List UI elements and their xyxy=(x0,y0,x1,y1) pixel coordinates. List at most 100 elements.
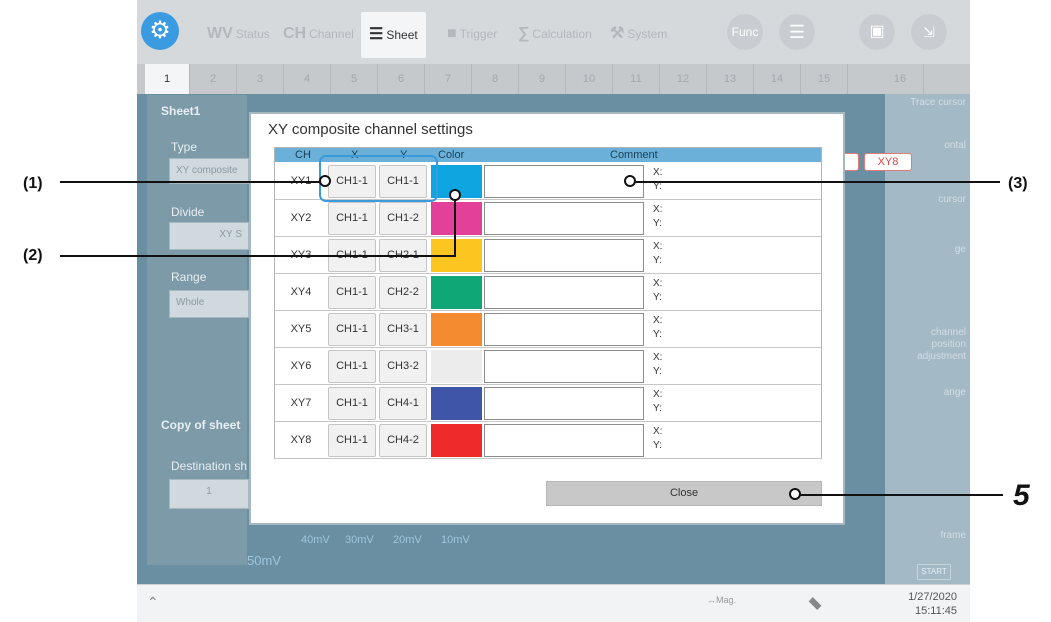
xy-channel-label: XY8 xyxy=(290,434,312,446)
close-button[interactable]: Close xyxy=(546,481,822,506)
time-text: 15:11:45 xyxy=(914,605,957,617)
sheet-tab-2[interactable]: 2 xyxy=(190,64,237,94)
sheet-tab-4[interactable]: 4 xyxy=(284,64,331,94)
header-comment: Comment xyxy=(610,149,658,161)
horizontal-cursor-item[interactable]: ontal xyxy=(886,140,966,151)
y-channel-button[interactable]: CH1-2 xyxy=(379,202,427,235)
sheet-tab-11[interactable]: 11 xyxy=(613,64,660,94)
channel-icon: CH xyxy=(283,25,307,42)
tab-sheet[interactable]: ☰ Sheet xyxy=(361,12,426,58)
y-axis-label: Y: xyxy=(653,403,662,414)
comment-input[interactable] xyxy=(484,239,644,272)
sheet-tab-13[interactable]: 13 xyxy=(707,64,754,94)
x-channel-button[interactable]: CH1-1 xyxy=(328,202,376,235)
trace-cursor-item[interactable]: Trace cursor xyxy=(886,97,966,108)
sheet-tab-6[interactable]: 6 xyxy=(378,64,425,94)
sheet-icon: ☰ xyxy=(369,26,384,43)
sheet-tab-9[interactable]: 9 xyxy=(519,64,566,94)
x-channel-button[interactable]: CH1-1 xyxy=(328,424,376,457)
list-icon[interactable]: ☰ xyxy=(779,14,815,50)
sheet-tab-8[interactable]: 8 xyxy=(472,64,519,94)
xy8-badge[interactable]: XY8 xyxy=(864,153,912,171)
y-channel-button[interactable]: CH3-2 xyxy=(379,350,427,383)
y-channel-button[interactable]: CH3-1 xyxy=(379,313,427,346)
y-channel-button[interactable]: CH2-2 xyxy=(379,276,427,309)
color-swatch[interactable] xyxy=(431,424,482,457)
x-channel-button[interactable]: CH1-1 xyxy=(328,387,376,420)
comment-input[interactable] xyxy=(484,165,644,198)
tab-trigger[interactable]: ■ Trigger xyxy=(447,14,497,54)
color-swatch[interactable] xyxy=(431,350,482,383)
xy-channel-label: XY7 xyxy=(290,397,312,409)
x-channel-button[interactable]: CH1-1 xyxy=(328,276,376,309)
date-text: 1/27/2020 xyxy=(908,591,957,603)
xy-axis-labels: X: Y: xyxy=(653,203,662,231)
mag-label: Mag. xyxy=(716,595,737,605)
comment-input[interactable] xyxy=(484,313,644,346)
range-item-2[interactable]: ange xyxy=(886,387,966,398)
x-axis-label: X: xyxy=(653,241,663,252)
sheet-tab-14[interactable]: 14 xyxy=(754,64,801,94)
vertical-cursor-item[interactable]: cursor xyxy=(886,194,966,205)
func-button[interactable]: Func xyxy=(727,14,763,50)
waveform-scale-label: 30mV xyxy=(345,534,374,546)
xy-channel-label: XY6 xyxy=(290,360,312,372)
y-axis-label: Y: xyxy=(653,329,662,340)
sheet-tab-15[interactable]: 15 xyxy=(801,64,848,94)
sheet-tab-16[interactable]: 16 xyxy=(877,64,924,94)
tab-channel[interactable]: CH Channel xyxy=(283,14,354,54)
xy-axis-labels: X: Y: xyxy=(653,166,662,194)
color-swatch[interactable] xyxy=(431,202,482,235)
callout-3: (3) xyxy=(1008,175,1028,192)
comment-input[interactable] xyxy=(484,202,644,235)
sheet-tab-12[interactable]: 12 xyxy=(660,64,707,94)
destination-sheet-select[interactable]: 1 xyxy=(169,479,249,509)
range-select[interactable]: Whole xyxy=(169,290,249,318)
sheet-tab-1[interactable]: 1 xyxy=(145,64,190,94)
comment-input[interactable] xyxy=(484,276,644,309)
folder-icon[interactable]: ▣ xyxy=(859,14,895,50)
tab-calculation[interactable]: ∑ Calculation xyxy=(518,14,592,54)
expand-icon[interactable]: ⇲ xyxy=(911,14,947,50)
comment-input[interactable] xyxy=(484,387,644,420)
callout-dot-2 xyxy=(449,189,461,201)
tab-system[interactable]: ⚒ System xyxy=(610,14,667,54)
xy1-channel-highlight xyxy=(319,155,438,202)
y-channel-button[interactable]: CH4-2 xyxy=(379,424,427,457)
calculation-icon: ∑ xyxy=(518,25,530,42)
xy-channel-label: XY5 xyxy=(290,323,312,335)
xy-mag-icon[interactable]: ↔Mag. xyxy=(707,595,736,605)
top-menu-bar: ⚙ WV Status CH Channel ☰ Sheet ■ Trigger ∑ Ca… xyxy=(137,0,970,64)
sheet-tab-7[interactable]: 7 xyxy=(425,64,472,94)
trigger-icon: ■ xyxy=(447,25,457,42)
color-swatch[interactable] xyxy=(431,387,482,420)
y-axis-label: Y: xyxy=(653,218,662,229)
sheet-tab-3[interactable]: 3 xyxy=(237,64,284,94)
tab-status[interactable]: WV Status xyxy=(207,14,270,54)
wrench-icon: ⚒ xyxy=(610,25,625,42)
comment-input[interactable] xyxy=(484,424,644,457)
x-channel-button[interactable]: CH1-1 xyxy=(328,313,376,346)
gear-icon[interactable]: ⚙ xyxy=(141,12,179,50)
table-row: XY4 CH1-1 CH2-2 X: Y: xyxy=(275,274,821,311)
chevron-up-icon[interactable]: ⌃ xyxy=(147,594,159,611)
y-channel-button[interactable]: CH4-1 xyxy=(379,387,427,420)
color-swatch[interactable] xyxy=(431,276,482,309)
waveform-scale-label: 50mV xyxy=(247,553,281,568)
divide-select[interactable]: XY S xyxy=(169,222,249,250)
frame-item[interactable]: frame xyxy=(886,530,966,541)
sheet-tab-10[interactable]: 10 xyxy=(566,64,613,94)
x-channel-button[interactable]: CH1-1 xyxy=(328,350,376,383)
comment-input[interactable] xyxy=(484,350,644,383)
callout-2: (2) xyxy=(23,247,43,264)
color-swatch[interactable] xyxy=(431,313,482,346)
dialog-title: XY composite channel settings xyxy=(268,121,473,138)
callout-dot-3 xyxy=(624,175,636,187)
divide-label: Divide xyxy=(171,205,205,219)
table-row: XY6 CH1-1 CH3-2 X: Y: xyxy=(275,348,821,385)
start-button[interactable]: START xyxy=(917,564,951,580)
channel-position-item[interactable]: channel position adjustment xyxy=(896,327,966,363)
range-item[interactable]: ge xyxy=(886,244,966,255)
sheet-tab-5[interactable]: 5 xyxy=(331,64,378,94)
x-axis-label: X: xyxy=(653,167,663,178)
